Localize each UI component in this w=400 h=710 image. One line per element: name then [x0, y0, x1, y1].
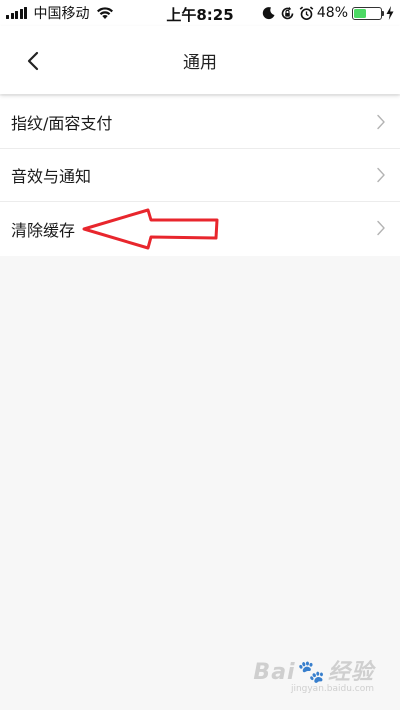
chevron-right-icon	[377, 167, 385, 183]
list-item-fingerprint-face-pay[interactable]: 指纹/面容支付	[0, 96, 400, 149]
status-bar: 中国移动 上午8:25 48%	[0, 0, 400, 26]
list-item-label: 指纹/面容支付	[11, 114, 113, 133]
chevron-right-icon	[377, 220, 385, 236]
list-item-label: 音效与通知	[11, 167, 92, 186]
status-right: 48%	[262, 4, 394, 22]
chevron-left-icon	[27, 51, 39, 71]
rotation-lock-icon	[281, 6, 294, 19]
alarm-icon	[299, 5, 314, 20]
moon-icon	[262, 7, 275, 20]
settings-list: 指纹/面容支付 音效与通知 清除缓存	[0, 96, 400, 256]
charging-bolt-icon	[386, 6, 394, 20]
watermark-url: jingyan.baidu.com	[290, 684, 374, 694]
page-title: 通用	[183, 53, 217, 73]
battery-icon	[352, 6, 384, 20]
list-item-clear-cache[interactable]: 清除缓存	[0, 202, 400, 256]
nav-bar: 通用	[0, 26, 400, 94]
watermark: Bai🐾经验 jingyan.baidu.com	[253, 654, 374, 694]
list-item-label: 清除缓存	[11, 221, 76, 240]
chevron-right-icon	[377, 114, 385, 130]
battery-fill	[354, 8, 367, 18]
watermark-logo: Bai🐾经验	[253, 660, 374, 685]
back-button[interactable]	[18, 46, 48, 76]
list-item-sound-notification[interactable]: 音效与通知	[0, 149, 400, 202]
battery-percent: 48%	[316, 5, 348, 21]
